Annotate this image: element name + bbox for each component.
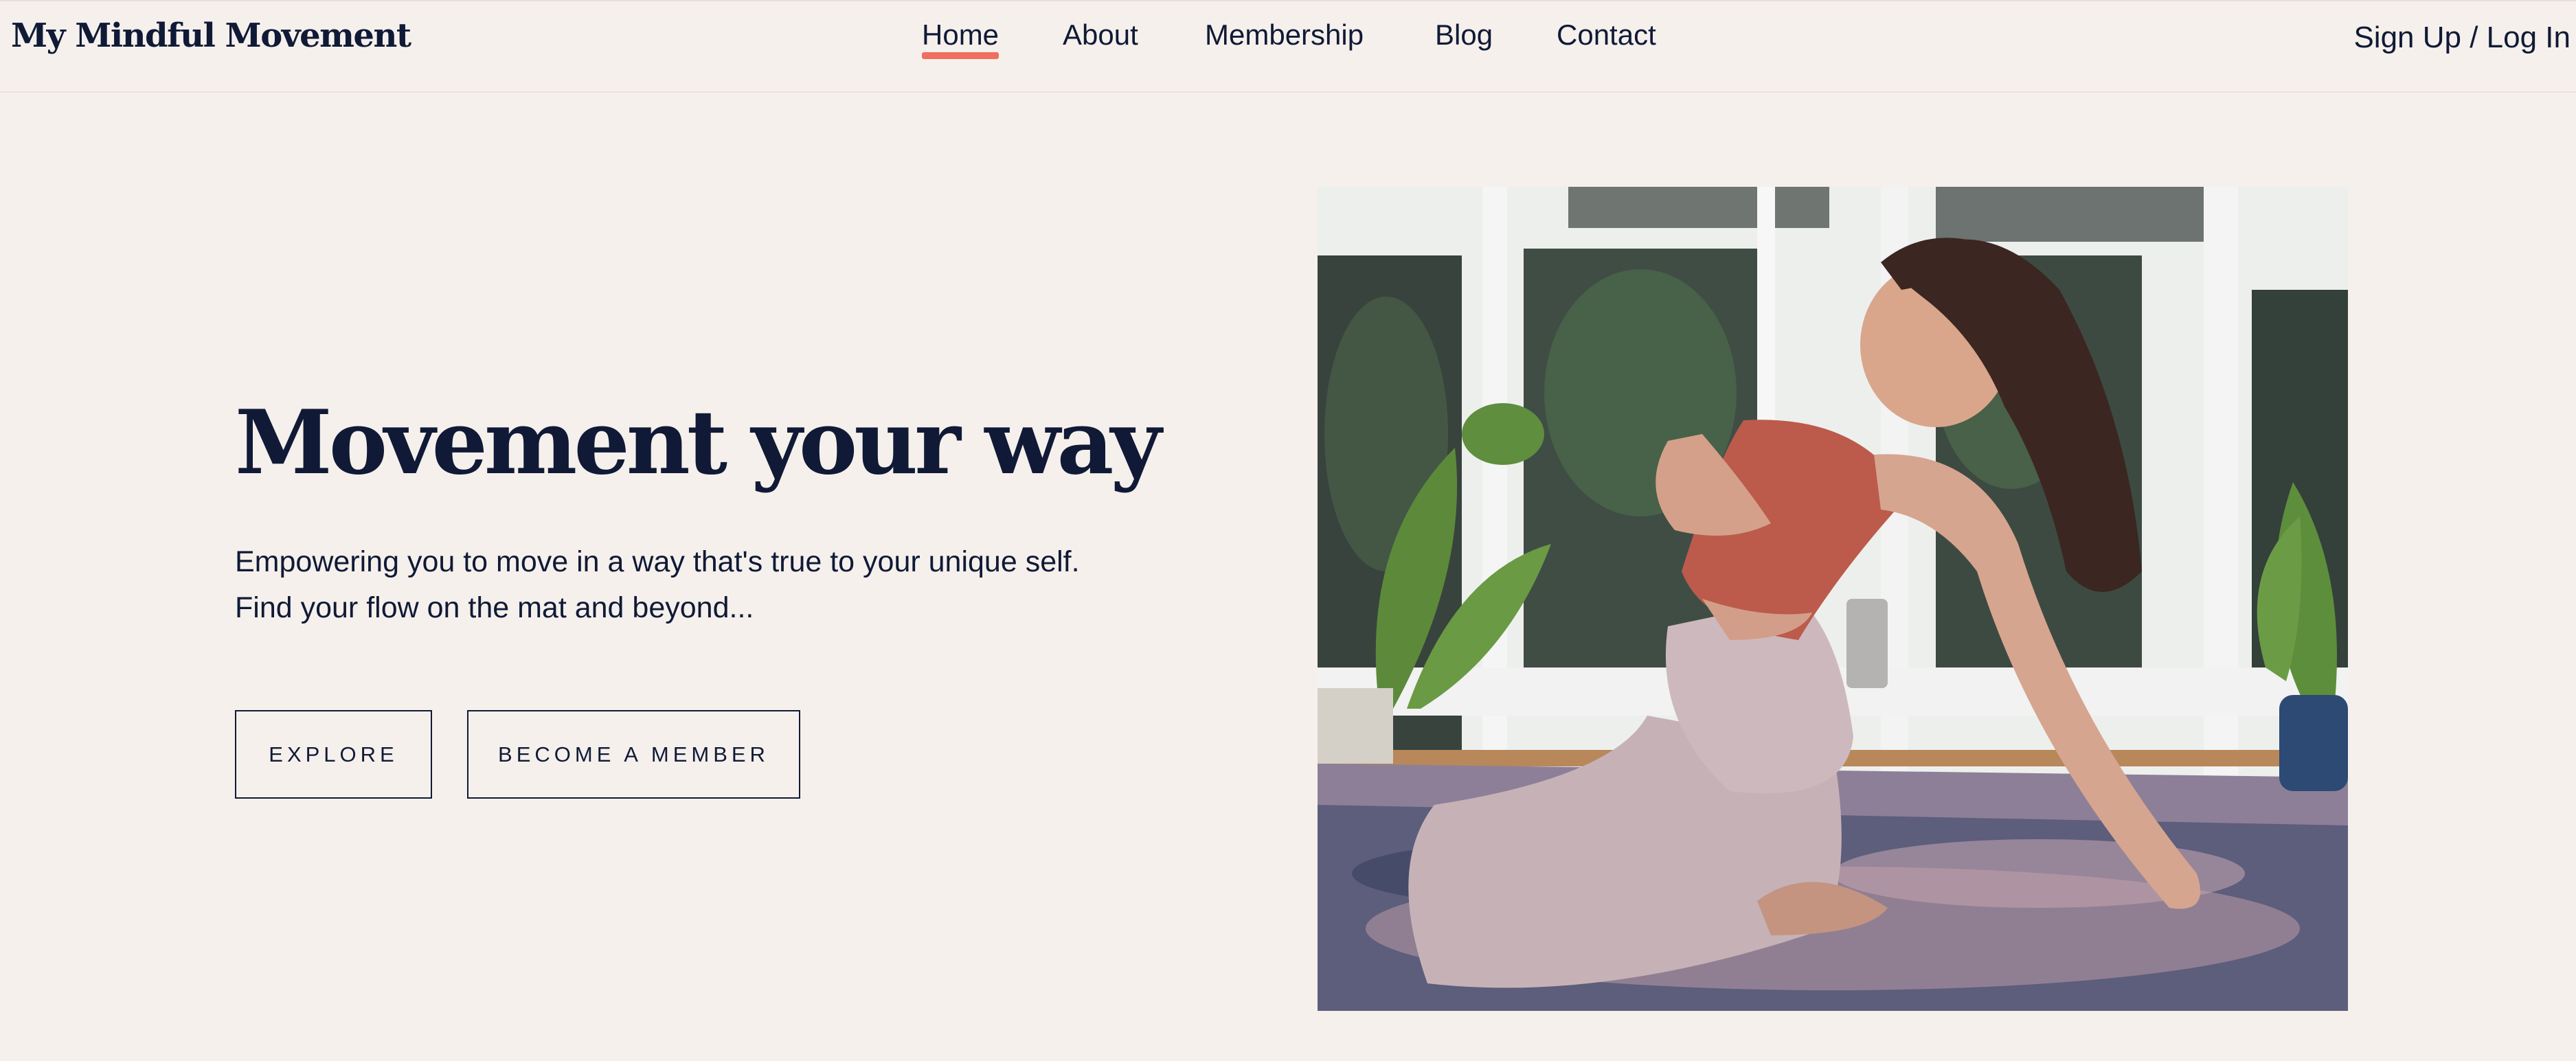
yoga-photo-illustration	[1318, 187, 2348, 1011]
nav-membership[interactable]: Membership	[1205, 14, 1364, 56]
hero-subtitle: Empowering you to move in a way that's t…	[235, 539, 1080, 631]
nav-about[interactable]: About	[1063, 14, 1138, 56]
nav-home[interactable]: Home	[922, 14, 999, 59]
hero-title-main: Movement	[235, 391, 752, 494]
nav-blog[interactable]: Blog	[1435, 14, 1493, 56]
hero-title: Movement your way	[235, 385, 1162, 501]
hero-subtitle-line-1: Empowering you to move in a way that's t…	[235, 545, 1080, 578]
site-logo[interactable]: My Mindful Movement	[11, 11, 411, 60]
hero-subtitle-line-2: Find your flow on the mat and beyond...	[235, 591, 754, 624]
become-member-button[interactable]: BECOME A MEMBER	[467, 710, 800, 799]
nav-contact[interactable]: Contact	[1557, 14, 1656, 56]
explore-button[interactable]: EXPLORE	[235, 710, 432, 799]
site-header: My Mindful Movement Home About Membershi…	[0, 0, 2576, 93]
hero-title-accent-text: your way	[751, 391, 1162, 494]
hero-yoga-photo	[1318, 187, 2348, 1011]
signup-login-link[interactable]: Sign Up / Log In	[2353, 16, 2571, 59]
hero-title-accent: your way	[751, 385, 1162, 501]
